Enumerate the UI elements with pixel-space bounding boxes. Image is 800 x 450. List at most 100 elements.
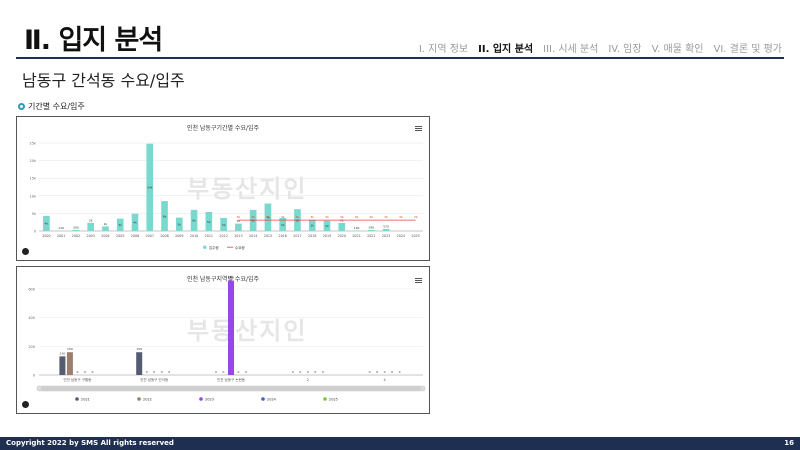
y-tick-label: 0 <box>33 374 35 378</box>
x-tick-label: 2018 <box>308 234 316 238</box>
page-number: 16 <box>784 439 794 447</box>
x-tick-label: 2013 <box>234 234 242 238</box>
supply-bar <box>367 229 375 231</box>
supply-data-label: 2k <box>89 218 93 222</box>
region-data-label: 0 <box>215 370 217 374</box>
legend-marker <box>137 397 141 401</box>
site-logo-icon <box>22 401 29 408</box>
supply-data-label: 1k <box>104 222 108 226</box>
nav-item-location-analysis[interactable]: II. 입지 분석 <box>478 40 533 55</box>
legend-marker <box>323 397 327 401</box>
y-tick-label: 10k <box>30 194 37 198</box>
demand-data-label: 3k <box>325 215 329 219</box>
demand-data-label: 3k <box>355 215 359 219</box>
region-chart: 02004006001301590 0 0인천 남동구 구월동1590 0 0 0인천 남… <box>28 276 426 401</box>
region-data-label: 0 <box>245 370 247 374</box>
region-data-label: 0 <box>84 370 86 374</box>
x-tick-label: 2009 <box>175 234 183 238</box>
region-bar <box>136 352 143 375</box>
footer-bar: Copyright 2022 by SMS All rights reserve… <box>0 437 800 450</box>
x-tick-label: 2016 <box>278 234 286 238</box>
x-tick-label: 인천 남동구 간석동 <box>140 377 169 382</box>
supply-data-label: 3k <box>177 223 181 227</box>
region-data-label: 0 <box>399 370 401 374</box>
supply-bar <box>87 222 95 231</box>
legend-label-demand: 수요량 <box>235 245 245 250</box>
region-data-label: 0 <box>369 370 371 374</box>
region-data-label: 0 <box>223 370 225 374</box>
nav-item-site-visit[interactable]: IV. 임장 <box>608 40 641 55</box>
section-label-text: 기간별 수요/입주 <box>28 102 85 111</box>
legend-label: 2023 <box>205 397 214 401</box>
x-tick-label: 4 <box>383 378 386 382</box>
x-tick-label: 2010 <box>190 234 198 238</box>
y-tick-label: 15k <box>30 177 37 181</box>
region-bar <box>66 352 73 375</box>
x-tick-label: 2008 <box>160 234 168 238</box>
demand-data-label: 3k <box>251 215 255 219</box>
supply-bar <box>102 226 109 231</box>
x-tick-label: 2004 <box>101 234 109 238</box>
nav-item-listing-check[interactable]: V. 매물 확인 <box>652 40 704 55</box>
x-tick-label: 2003 <box>86 234 94 238</box>
legend-label: 2025 <box>329 397 338 401</box>
region-data-label: 0 <box>299 370 301 374</box>
legend-label: 2024 <box>267 397 277 401</box>
supply-bar <box>382 228 390 231</box>
x-tick-label: 2017 <box>293 234 301 238</box>
nav-item-conclusion[interactable]: VI. 결론 및 평가 <box>713 40 782 55</box>
supply-bar <box>235 223 242 231</box>
region-bar <box>228 280 234 375</box>
demand-data-label: 3k <box>340 215 344 219</box>
region-data-label: 0 <box>153 370 155 374</box>
section-nav: I. 지역 정보 II. 입지 분석 III. 시세 분석 IV. 임장 V. … <box>419 40 782 55</box>
supply-data-label: 24k <box>147 186 153 190</box>
legend-marker-supply <box>203 245 207 249</box>
region-data-label: 0 <box>146 370 148 374</box>
x-tick-label: 인천 남동구 논현동 <box>217 377 246 382</box>
demand-data-label: 3k <box>237 215 241 219</box>
supply-data-label: 2k <box>237 219 241 223</box>
supply-bar <box>338 222 346 231</box>
region-data-label: 159 <box>67 347 73 351</box>
x-tick-label: 2000 <box>42 234 50 238</box>
x-tick-label: 2002 <box>72 234 80 238</box>
region-chart-panel: 부동산지인 인천 남동구지역별 수요/입주 0 200 400 600 130 159 0 0… <box>16 266 430 414</box>
nav-item-price-analysis[interactable]: III. 시세 분석 <box>543 40 598 55</box>
legend-marker <box>261 397 265 401</box>
demand-data-label: 3k <box>310 215 314 219</box>
x-tick-label: 2005 <box>116 234 124 238</box>
region-data-label: 0 <box>322 370 324 374</box>
y-tick-label: 5k <box>32 212 37 216</box>
region-data-label: 0 <box>161 370 163 374</box>
supply-data-label: 110 <box>58 226 64 230</box>
demand-data-label: 3k <box>369 215 373 219</box>
y-tick-label: 20k <box>30 159 37 163</box>
nav-item-region-info[interactable]: I. 지역 정보 <box>419 40 468 55</box>
region-data-label: 0 <box>91 370 93 374</box>
supply-data-label: 3k <box>310 224 314 228</box>
x-tick-label: 2011 <box>205 234 213 238</box>
x-tick-label: 2025 <box>411 234 419 238</box>
region-data-label: 0 <box>384 370 386 374</box>
demand-data-label: 3k <box>296 215 300 219</box>
region-data-label: 0 <box>376 370 378 374</box>
region-data-label: 0 <box>292 370 294 374</box>
site-logo-icon <box>22 248 29 255</box>
y-tick-label: 200 <box>28 345 35 349</box>
supply-bar <box>72 229 80 231</box>
x-tick-label: 2 <box>307 378 309 382</box>
header-divider <box>16 57 784 59</box>
supply-data-label: 5k <box>207 220 211 224</box>
x-tick-label: 2014 <box>249 234 257 238</box>
scrollbar-thumb <box>41 386 421 391</box>
legend-label: 2021 <box>81 397 90 401</box>
x-tick-label: 2012 <box>219 234 227 238</box>
x-tick-label: 2021 <box>352 234 360 238</box>
x-tick-label: 2001 <box>57 234 65 238</box>
bullet-icon <box>18 103 25 110</box>
x-tick-label: 2019 <box>323 234 331 238</box>
x-tick-label: 2006 <box>131 234 139 238</box>
x-tick-label: 2015 <box>264 234 272 238</box>
y-tick-label: 25k <box>30 142 37 146</box>
